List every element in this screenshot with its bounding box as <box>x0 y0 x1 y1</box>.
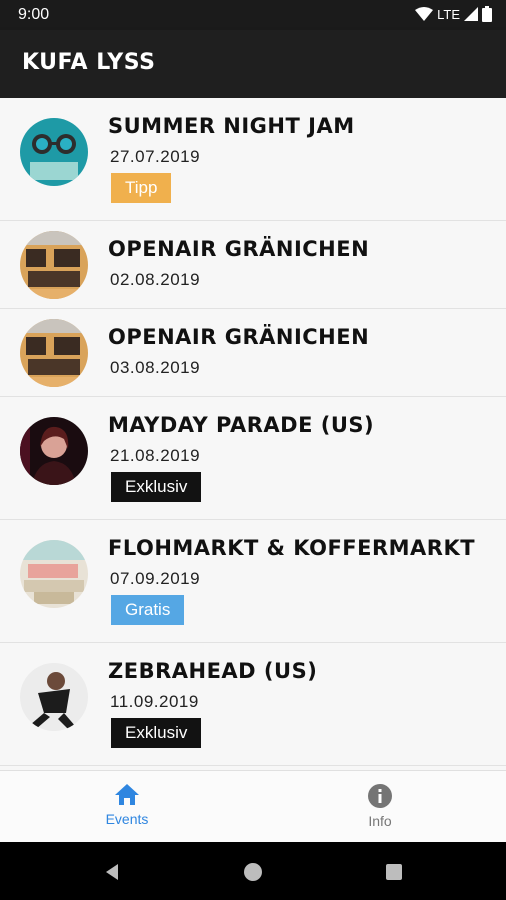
event-row[interactable]: OPENAIR GRÄNICHEN 03.08.2019 <box>0 309 506 397</box>
exklusiv-badge: Exklusiv <box>111 472 202 502</box>
event-thumbnail <box>20 663 88 731</box>
wifi-icon <box>415 7 434 21</box>
event-title: OPENAIR GRÄNICHEN <box>108 237 370 261</box>
gratis-badge: Gratis <box>111 595 185 625</box>
bottom-navigation: Events Info <box>0 770 506 843</box>
signal-icon <box>464 7 478 21</box>
event-row[interactable]: ZEBRAHEAD (US) 11.09.2019 Exklusiv <box>0 643 506 766</box>
back-icon[interactable] <box>102 862 122 882</box>
home-icon <box>115 784 139 805</box>
info-icon <box>368 784 392 808</box>
event-row[interactable]: FLOHMARKT & KOFFERMARKT 07.09.2019 Grati… <box>0 520 506 643</box>
event-date: 21.08.2019 <box>110 446 201 465</box>
nav-info[interactable]: Info <box>320 783 440 829</box>
nav-info-label: Info <box>368 813 392 829</box>
event-date: 11.09.2019 <box>110 692 199 711</box>
event-thumbnail <box>20 540 88 608</box>
event-thumbnail <box>20 319 88 387</box>
network-type: LTE <box>437 6 460 22</box>
event-date: 03.08.2019 <box>110 358 201 377</box>
event-title: FLOHMARKT & KOFFERMARKT <box>108 536 476 560</box>
status-icons: LTE <box>415 6 492 22</box>
event-row[interactable]: MAYDAY PARADE (US) 21.08.2019 Exklusiv <box>0 397 506 520</box>
event-date: 07.09.2019 <box>110 569 201 588</box>
event-row[interactable]: OPENAIR GRÄNICHEN 02.08.2019 <box>0 221 506 309</box>
status-time: 9:00 <box>18 6 50 23</box>
event-thumbnail <box>20 231 88 299</box>
event-thumbnail <box>20 118 88 186</box>
app-bar: KUFA LYSS <box>0 30 506 98</box>
event-date: 02.08.2019 <box>110 270 201 289</box>
event-row[interactable]: SUMMER NIGHT JAM 27.07.2019 Tipp <box>0 98 506 221</box>
event-thumbnail <box>20 417 88 485</box>
event-title: OPENAIR GRÄNICHEN <box>108 325 370 349</box>
event-date: 27.07.2019 <box>110 147 201 166</box>
battery-icon <box>482 6 492 22</box>
event-title: MAYDAY PARADE (US) <box>108 413 375 437</box>
system-navigation-bar <box>0 842 506 900</box>
recents-icon[interactable] <box>384 862 404 882</box>
event-title: SUMMER NIGHT JAM <box>108 114 355 138</box>
tipp-badge: Tipp <box>111 173 172 203</box>
nav-events-label: Events <box>105 811 149 827</box>
status-bar: 9:00 LTE <box>0 0 506 30</box>
nav-events[interactable]: Events <box>67 783 187 827</box>
home-button-icon[interactable] <box>243 862 263 882</box>
exklusiv-badge: Exklusiv <box>111 718 202 748</box>
event-list[interactable]: SUMMER NIGHT JAM 27.07.2019 Tipp OPENAIR… <box>0 98 506 770</box>
event-title: ZEBRAHEAD (US) <box>108 659 318 683</box>
app-title: KUFA LYSS <box>22 50 156 75</box>
